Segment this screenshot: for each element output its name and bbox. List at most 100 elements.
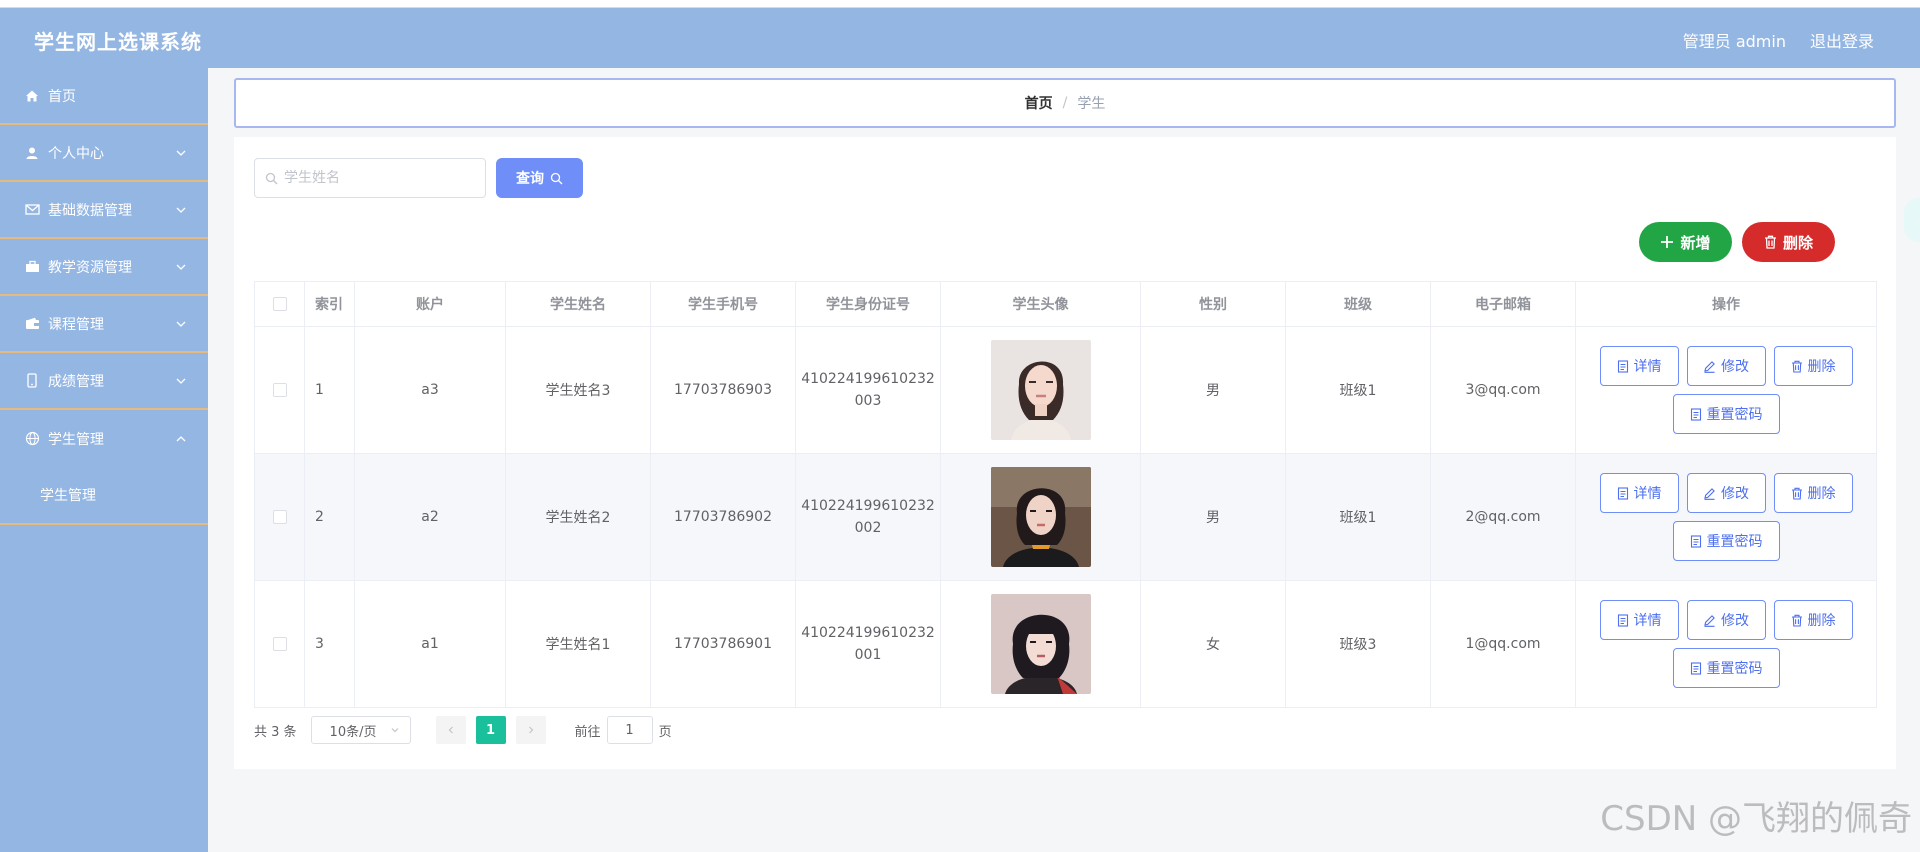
search-input[interactable] (284, 170, 474, 186)
cell-gender: 女 (1140, 580, 1286, 708)
delete-button-label: 删除 (1807, 359, 1836, 375)
document-icon (1617, 613, 1628, 627)
cell-name: 学生姓名3 (505, 326, 651, 454)
page-number-current[interactable]: 1 (475, 716, 506, 744)
cell-index: 2 (304, 453, 355, 581)
row-checkbox[interactable] (272, 637, 287, 651)
pagination-total: 共 3 条 (254, 724, 297, 740)
cell-actions: 详情 修改 删除 重置密码 (1575, 326, 1877, 454)
delete-button[interactable]: 删除 (1773, 473, 1853, 513)
delete-button[interactable]: 删除 (1773, 600, 1853, 640)
add-button-label: 新增 (1680, 233, 1711, 252)
row-select-cell[interactable] (254, 580, 305, 708)
cell-avatar (940, 580, 1141, 708)
sidebar-item-basic-data[interactable]: 基础数据管理 (0, 182, 208, 239)
trash-icon (1764, 235, 1776, 249)
trash-icon (1791, 487, 1802, 500)
chevron-down-icon (176, 207, 186, 213)
row-checkbox[interactable] (272, 510, 287, 524)
cell-account: a1 (354, 580, 506, 708)
edit-button[interactable]: 修改 (1686, 346, 1766, 386)
mail-icon (24, 202, 40, 218)
edit-button[interactable]: 修改 (1686, 600, 1766, 640)
sidebar-item-grade-management[interactable]: 成绩管理 (0, 353, 208, 410)
sidebar-item-student-management[interactable]: 学生管理 (0, 410, 208, 467)
search-icon (265, 172, 278, 184)
sidebar-item-label: 教学资源管理 (48, 259, 132, 276)
goto-page-input[interactable] (606, 716, 653, 744)
admin-user-label[interactable]: 管理员 admin (1683, 28, 1786, 52)
add-button[interactable]: 新增 (1639, 222, 1732, 262)
detail-button[interactable]: 详情 (1599, 600, 1679, 640)
goto-page: 前往 页 (575, 716, 672, 744)
chevron-down-icon (176, 321, 186, 327)
chevron-down-icon (391, 728, 398, 733)
reset-password-button[interactable]: 重置密码 (1672, 521, 1780, 561)
edit-icon (1704, 614, 1715, 627)
column-header: 索引 (304, 281, 355, 327)
column-header: 电子邮箱 (1430, 281, 1576, 327)
delete-button-label: 删除 (1807, 486, 1836, 502)
breadcrumb-separator: / (1062, 95, 1068, 111)
student-avatar[interactable] (990, 594, 1091, 694)
edit-button-label: 修改 (1721, 359, 1749, 375)
row-select-cell[interactable] (254, 326, 305, 454)
sidebar-item-personal-center[interactable]: 个人中心 (0, 125, 208, 182)
sidebar-item-label: 首页 (48, 88, 76, 105)
student-avatar[interactable] (990, 467, 1091, 567)
logout-link[interactable]: 退出登录 (1810, 28, 1874, 52)
sidebar-item-teaching-resources[interactable]: 教学资源管理 (0, 239, 208, 296)
app-title: 学生网上选课系统 (34, 30, 202, 54)
reset-password-button[interactable]: 重置密码 (1672, 648, 1780, 688)
edit-button[interactable]: 修改 (1686, 473, 1766, 513)
app-header: 学生网上选课系统 管理员 admin 退出登录 (0, 8, 1920, 68)
id-number-line2: 003 (854, 393, 882, 409)
page-size-select[interactable]: 10条/页 (310, 716, 411, 744)
detail-button[interactable]: 详情 (1599, 473, 1679, 513)
row-select-cell[interactable] (254, 453, 305, 581)
prev-page-button[interactable] (435, 716, 466, 744)
batch-delete-button[interactable]: 删除 (1742, 222, 1835, 262)
chevron-up-icon (176, 435, 186, 441)
column-header: 学生身份证号 (795, 281, 941, 327)
sidebar-item-label: 基础数据管理 (48, 202, 132, 219)
reset-password-button-label: 重置密码 (1706, 407, 1763, 423)
column-header: 性别 (1140, 281, 1286, 327)
batch-delete-button-label: 删除 (1782, 233, 1813, 252)
main-content: 首页 / 学生 查询 新增 删除 索引 (234, 78, 1896, 769)
select-all-checkbox[interactable] (272, 297, 287, 311)
watermark: CSDN @飞翔的佩奇 (1600, 799, 1912, 839)
detail-button-label: 详情 (1633, 613, 1662, 629)
sidebar-item-course-management[interactable]: 课程管理 (0, 296, 208, 353)
id-number-line1: 410224199610232 (801, 498, 935, 514)
document-icon (1690, 661, 1701, 675)
student-avatar[interactable] (990, 340, 1091, 440)
reset-password-button-label: 重置密码 (1706, 534, 1763, 550)
detail-button[interactable]: 详情 (1599, 346, 1679, 386)
cell-actions: 详情 修改 删除 重置密码 (1575, 453, 1877, 581)
reset-password-button[interactable]: 重置密码 (1672, 394, 1780, 434)
sidebar-item-label: 学生管理 (48, 431, 104, 448)
home-icon (24, 88, 40, 104)
table-row: 1 a3 学生姓名3 17703786903 410224199610232 0… (254, 326, 1877, 454)
sidebar-item-home[interactable]: 首页 (0, 68, 208, 125)
search-field[interactable] (254, 158, 486, 198)
trash-icon (1791, 614, 1802, 627)
cell-class: 班级1 (1285, 453, 1431, 581)
cell-name: 学生姓名1 (505, 580, 651, 708)
trash-icon (1791, 360, 1802, 373)
delete-button[interactable]: 删除 (1773, 346, 1853, 386)
sidebar-subitem-student-management[interactable]: 学生管理 (0, 467, 208, 525)
sidebar-item-label: 个人中心 (48, 145, 104, 162)
chevron-right-icon (528, 726, 533, 734)
cell-name: 学生姓名2 (505, 453, 651, 581)
table-row: 2 a2 学生姓名2 17703786902 410224199610232 0… (254, 453, 1877, 581)
row-checkbox[interactable] (272, 383, 287, 397)
floating-edge-widget[interactable] (1904, 198, 1920, 242)
breadcrumb-home[interactable]: 首页 (1025, 93, 1053, 113)
cell-account: a2 (354, 453, 506, 581)
student-table: 索引 账户 学生姓名 学生手机号 学生身份证号 学生头像 性别 班级 电子邮箱 … (254, 281, 1877, 708)
query-button[interactable]: 查询 (496, 158, 583, 198)
select-all-cell[interactable] (254, 281, 305, 327)
next-page-button[interactable] (515, 716, 546, 744)
